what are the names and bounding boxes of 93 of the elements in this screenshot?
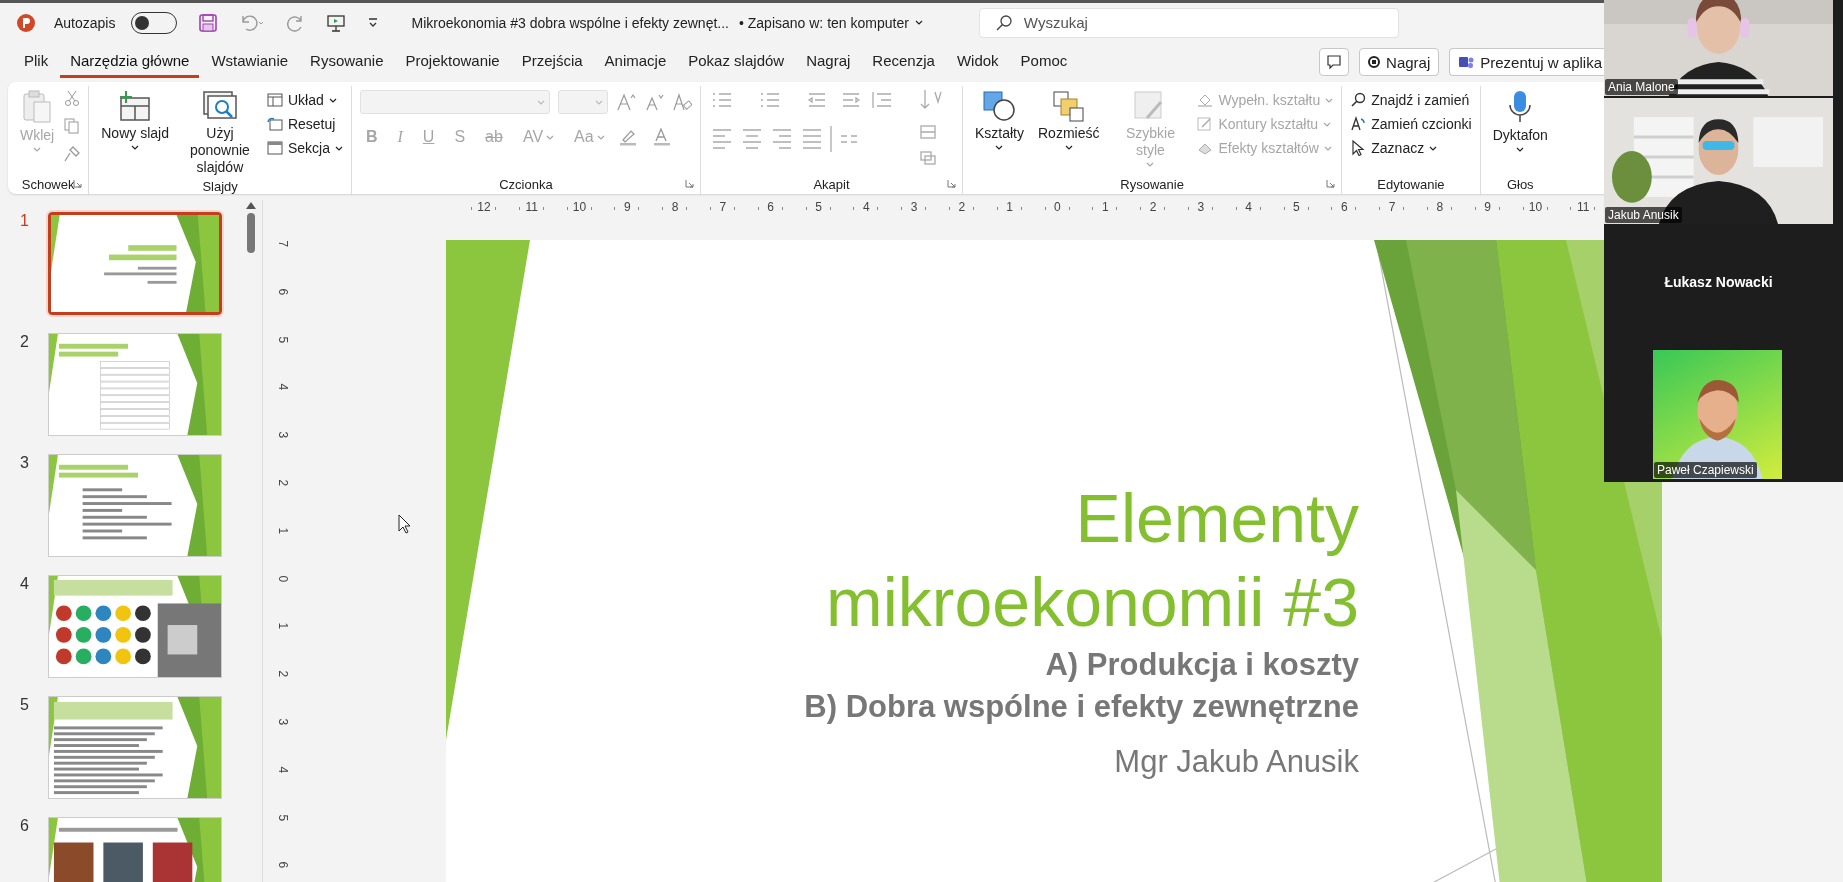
scissors-icon[interactable] [64, 90, 81, 106]
app-logo-icon [16, 12, 36, 33]
clear-formatting-icon[interactable] [671, 93, 692, 111]
participant-name: Paweł Czapiewski [1654, 462, 1757, 478]
dialog-launcher-icon[interactable] [946, 179, 956, 188]
ribbon-tab[interactable]: Pomoc [1010, 46, 1078, 78]
group-label: Edytowanie [1377, 176, 1445, 192]
slide-subtitle: B) Dobra wspólne i efekty zewnętrzne [804, 688, 1359, 726]
layout-icon [266, 93, 283, 107]
replace-fonts-icon [1350, 116, 1367, 132]
group-label: Głos [1506, 176, 1534, 192]
ribbon-tab[interactable]: Rysowanie [300, 46, 394, 78]
slide-number: 4 [20, 575, 30, 593]
slide-number: 6 [20, 817, 30, 835]
ribbon-button[interactable]: Znajdź i zamień [1350, 92, 1472, 108]
reuse-slides-icon [201, 90, 238, 122]
search-icon [1350, 92, 1367, 108]
comments-button[interactable] [1319, 48, 1350, 76]
ribbon-tab[interactable]: Recenzja [862, 46, 945, 78]
pen-outline-icon [1197, 117, 1214, 131]
group-label: Schowek [21, 176, 75, 192]
new-slide-icon [118, 90, 153, 122]
mouse-cursor-icon [398, 514, 412, 534]
paint-bucket-icon [1197, 93, 1214, 107]
shapes-icon [982, 90, 1017, 122]
slide-title: mikroekonomii #3 [826, 563, 1359, 642]
ribbon-button[interactable]: Zaznacz [1350, 140, 1472, 156]
autosave-label: Autozapis [54, 14, 116, 31]
shape-effects-icon [1197, 141, 1214, 155]
ribbon-tab[interactable]: Pokaz slajdów [678, 46, 795, 78]
group-label: Rysowanie [1120, 176, 1184, 192]
ribbon-button[interactable]: Układ [266, 92, 343, 108]
shrink-font-icon[interactable] [643, 93, 664, 111]
slide-number: 1 [20, 212, 30, 230]
microphone-icon [1507, 90, 1534, 124]
comment-icon [1326, 54, 1343, 70]
ribbon-button[interactable]: Sekcja [266, 140, 343, 156]
participant-name: Łukasz Nowacki [1664, 274, 1773, 292]
clipboard-icon [22, 90, 53, 124]
slide-thumbnail[interactable] [48, 212, 222, 315]
present-button[interactable]: Prezentuj w aplika [1449, 48, 1604, 76]
format-painter-icon[interactable] [64, 146, 81, 162]
participant-name: Jakub Anusik [1605, 207, 1682, 223]
group-label: Akapit [813, 176, 850, 192]
slide-author: Mgr Jakub Anusik [1114, 743, 1359, 781]
customize-toolbar-icon[interactable] [367, 16, 380, 29]
copy-icon[interactable] [64, 118, 81, 134]
presentation-icon[interactable] [327, 13, 346, 32]
save-status-button[interactable]: • Zapisano w: ten komputer [739, 14, 923, 31]
ribbon-button[interactable]: Zamień czcionki [1350, 116, 1472, 132]
section-icon [266, 141, 283, 155]
search-field[interactable]: Wyszukaj [978, 7, 1399, 38]
font-size-field[interactable] [557, 90, 608, 114]
reset-icon [266, 117, 283, 131]
slide-subtitle: A) Produkcja i koszty [1045, 646, 1359, 684]
search-icon [994, 13, 1013, 32]
ribbon-tab[interactable]: Narzędzia główne [60, 46, 200, 78]
group-label: Slajdy [202, 179, 238, 194]
document-title: Mikroekonomia #3 dobra wspólne i efekty zewnęt... [411, 14, 729, 31]
ribbon-tab[interactable]: Projektowanie [395, 46, 510, 78]
ribbon-button[interactable]: Nowy slajd [97, 86, 173, 154]
ribbon-button[interactable]: Rozmieść [1034, 86, 1104, 154]
record-button[interactable]: Nagraj [1359, 48, 1440, 76]
slide-number: 3 [20, 454, 30, 472]
pointer-icon [1350, 140, 1367, 156]
ribbon-tab[interactable]: Animacje [594, 46, 677, 78]
caret-icon [536, 99, 545, 105]
ribbon-tab[interactable]: Plik [14, 46, 59, 78]
grow-font-icon[interactable] [615, 93, 636, 111]
undo-icon[interactable] [239, 13, 266, 32]
ribbon-button[interactable]: Kształty [970, 86, 1028, 154]
group-label: Czcionka [499, 176, 553, 192]
slide-title: Elementy [1075, 479, 1359, 558]
teams-icon [1458, 54, 1475, 70]
ribbon-button[interactable]: Resetuj [266, 116, 343, 132]
dialog-launcher-icon[interactable] [73, 179, 83, 188]
arrange-icon [1051, 90, 1086, 122]
dialog-launcher-icon[interactable] [684, 179, 694, 188]
dialog-launcher-icon[interactable] [1326, 179, 1336, 188]
ribbon-tab[interactable]: Wstawianie [201, 46, 299, 78]
save-icon[interactable] [199, 13, 218, 32]
font-name-field[interactable] [359, 90, 550, 114]
ribbon-button[interactable]: Użyj ponownie slajdów [178, 86, 261, 180]
slide-number: 2 [20, 333, 30, 351]
vertical-ruler: 7 6 5 4 3 2 1 0 1 2 3 4 5 6 [275, 239, 291, 871]
dictate-button[interactable]: Dyktafon [1488, 86, 1552, 156]
slide-number: 5 [20, 696, 30, 714]
ribbon-tab[interactable]: Przejścia [511, 46, 593, 78]
participant-name: Ania Malone [1605, 79, 1678, 95]
caret-icon [914, 20, 923, 25]
ribbon-tab[interactable]: Nagraj [796, 46, 861, 78]
ribbon-tab[interactable]: Widok [946, 46, 1009, 78]
caret-icon [594, 99, 603, 105]
